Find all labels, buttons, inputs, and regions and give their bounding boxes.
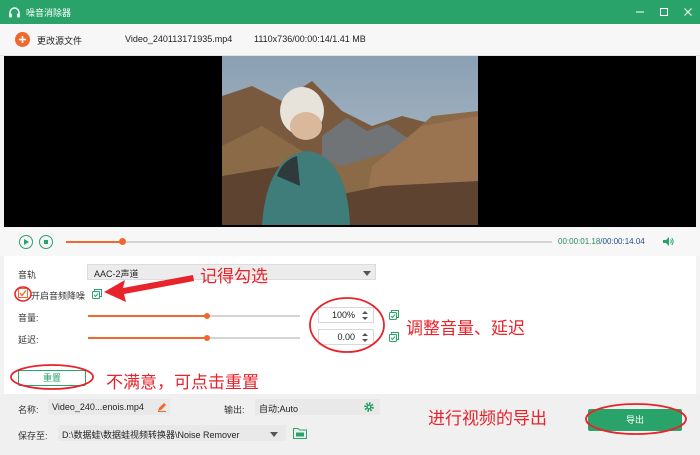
- save-path-field[interactable]: D:\数据蛙\数据蛙视频转换器\Noise Remover: [58, 425, 286, 441]
- spin-arrows-icon[interactable]: [360, 309, 370, 322]
- progress-thumb[interactable]: [118, 238, 126, 245]
- export-button[interactable]: 导出: [588, 409, 682, 431]
- chevron-down-icon: [363, 269, 371, 279]
- volume-label: 音量:: [18, 313, 39, 323]
- file-toolbar: 更改源文件 Video_240113171935.mp4 1110x736/00…: [0, 24, 700, 56]
- output-name-value: Video_240...enois.mp4: [52, 402, 144, 412]
- volume-icon[interactable]: [662, 236, 674, 249]
- name-label: 名称:: [18, 405, 39, 415]
- change-source-button[interactable]: 更改源文件: [37, 34, 82, 47]
- volume-slider[interactable]: [88, 315, 300, 317]
- headphones-icon: [7, 5, 21, 19]
- file-info: 1110x736/00:00:14/1.41 MB: [254, 34, 366, 44]
- audio-track-value: AAC-2声道: [94, 269, 139, 279]
- check-note: 记得勾选: [200, 267, 268, 287]
- denoise-checkbox[interactable]: [18, 288, 28, 298]
- delay-slider[interactable]: [88, 337, 300, 339]
- noise-remover-window: 噪音消除器 更改源文件 Video_240113171935.mp4 1110x…: [0, 0, 700, 455]
- window-title: 噪音消除器: [26, 7, 72, 18]
- close-icon[interactable]: [676, 0, 700, 24]
- adjust-note: 调整音量、延迟: [406, 319, 525, 339]
- chevron-down-icon[interactable]: [270, 430, 278, 440]
- reset-note: 不满意，可点击重置: [106, 373, 259, 393]
- folder-icon[interactable]: [293, 427, 307, 441]
- add-file-icon[interactable]: [15, 32, 30, 47]
- save-path-value: D:\数据蛙\数据蛙视频转换器\Noise Remover: [62, 430, 240, 440]
- file-name: Video_240113171935.mp4: [125, 34, 233, 44]
- delay-input[interactable]: 0.00: [318, 329, 374, 345]
- play-icon[interactable]: [19, 235, 33, 249]
- minimize-icon[interactable]: [628, 0, 652, 24]
- spin-arrows-icon[interactable]: [360, 331, 370, 344]
- delay-slider-thumb[interactable]: [203, 335, 210, 341]
- output-format-value: 自动;Auto: [259, 404, 299, 414]
- delay-value: 0.00: [337, 332, 355, 342]
- maximize-icon[interactable]: [652, 0, 676, 24]
- time-display: 00:00:01.18/00:00:14.04: [558, 237, 645, 246]
- playback-controls: 00:00:01.18/00:00:14.04: [0, 228, 700, 256]
- stop-icon[interactable]: [39, 235, 53, 249]
- apply-all-icon[interactable]: [389, 310, 399, 320]
- video-frame: [222, 56, 478, 225]
- delay-label: 延迟:: [18, 335, 39, 345]
- output-name-field[interactable]: Video_240...enois.mp4: [48, 399, 170, 415]
- format-label: 输出:: [224, 405, 245, 415]
- current-time: 00:00:01.18: [558, 237, 601, 246]
- apply-all-icon[interactable]: [389, 332, 399, 342]
- export-note: 进行视频的导出: [428, 409, 547, 429]
- title-bar: 噪音消除器: [0, 0, 700, 24]
- volume-value: 100%: [331, 310, 355, 320]
- output-format-select[interactable]: 自动;Auto: [255, 399, 380, 415]
- total-time: /00:00:14.04: [600, 237, 645, 246]
- save-to-label: 保存至:: [18, 431, 48, 441]
- volume-input[interactable]: 100%: [318, 307, 374, 323]
- volume-slider-thumb[interactable]: [203, 313, 210, 319]
- settings-gear-icon[interactable]: [363, 401, 375, 415]
- denoise-label: 开启音频降噪: [31, 291, 86, 301]
- track-label: 音轨: [18, 270, 37, 280]
- edit-icon[interactable]: [157, 402, 167, 414]
- progress-bar[interactable]: [66, 241, 552, 243]
- reset-button[interactable]: 重置: [18, 370, 86, 386]
- apply-all-icon[interactable]: [92, 289, 102, 299]
